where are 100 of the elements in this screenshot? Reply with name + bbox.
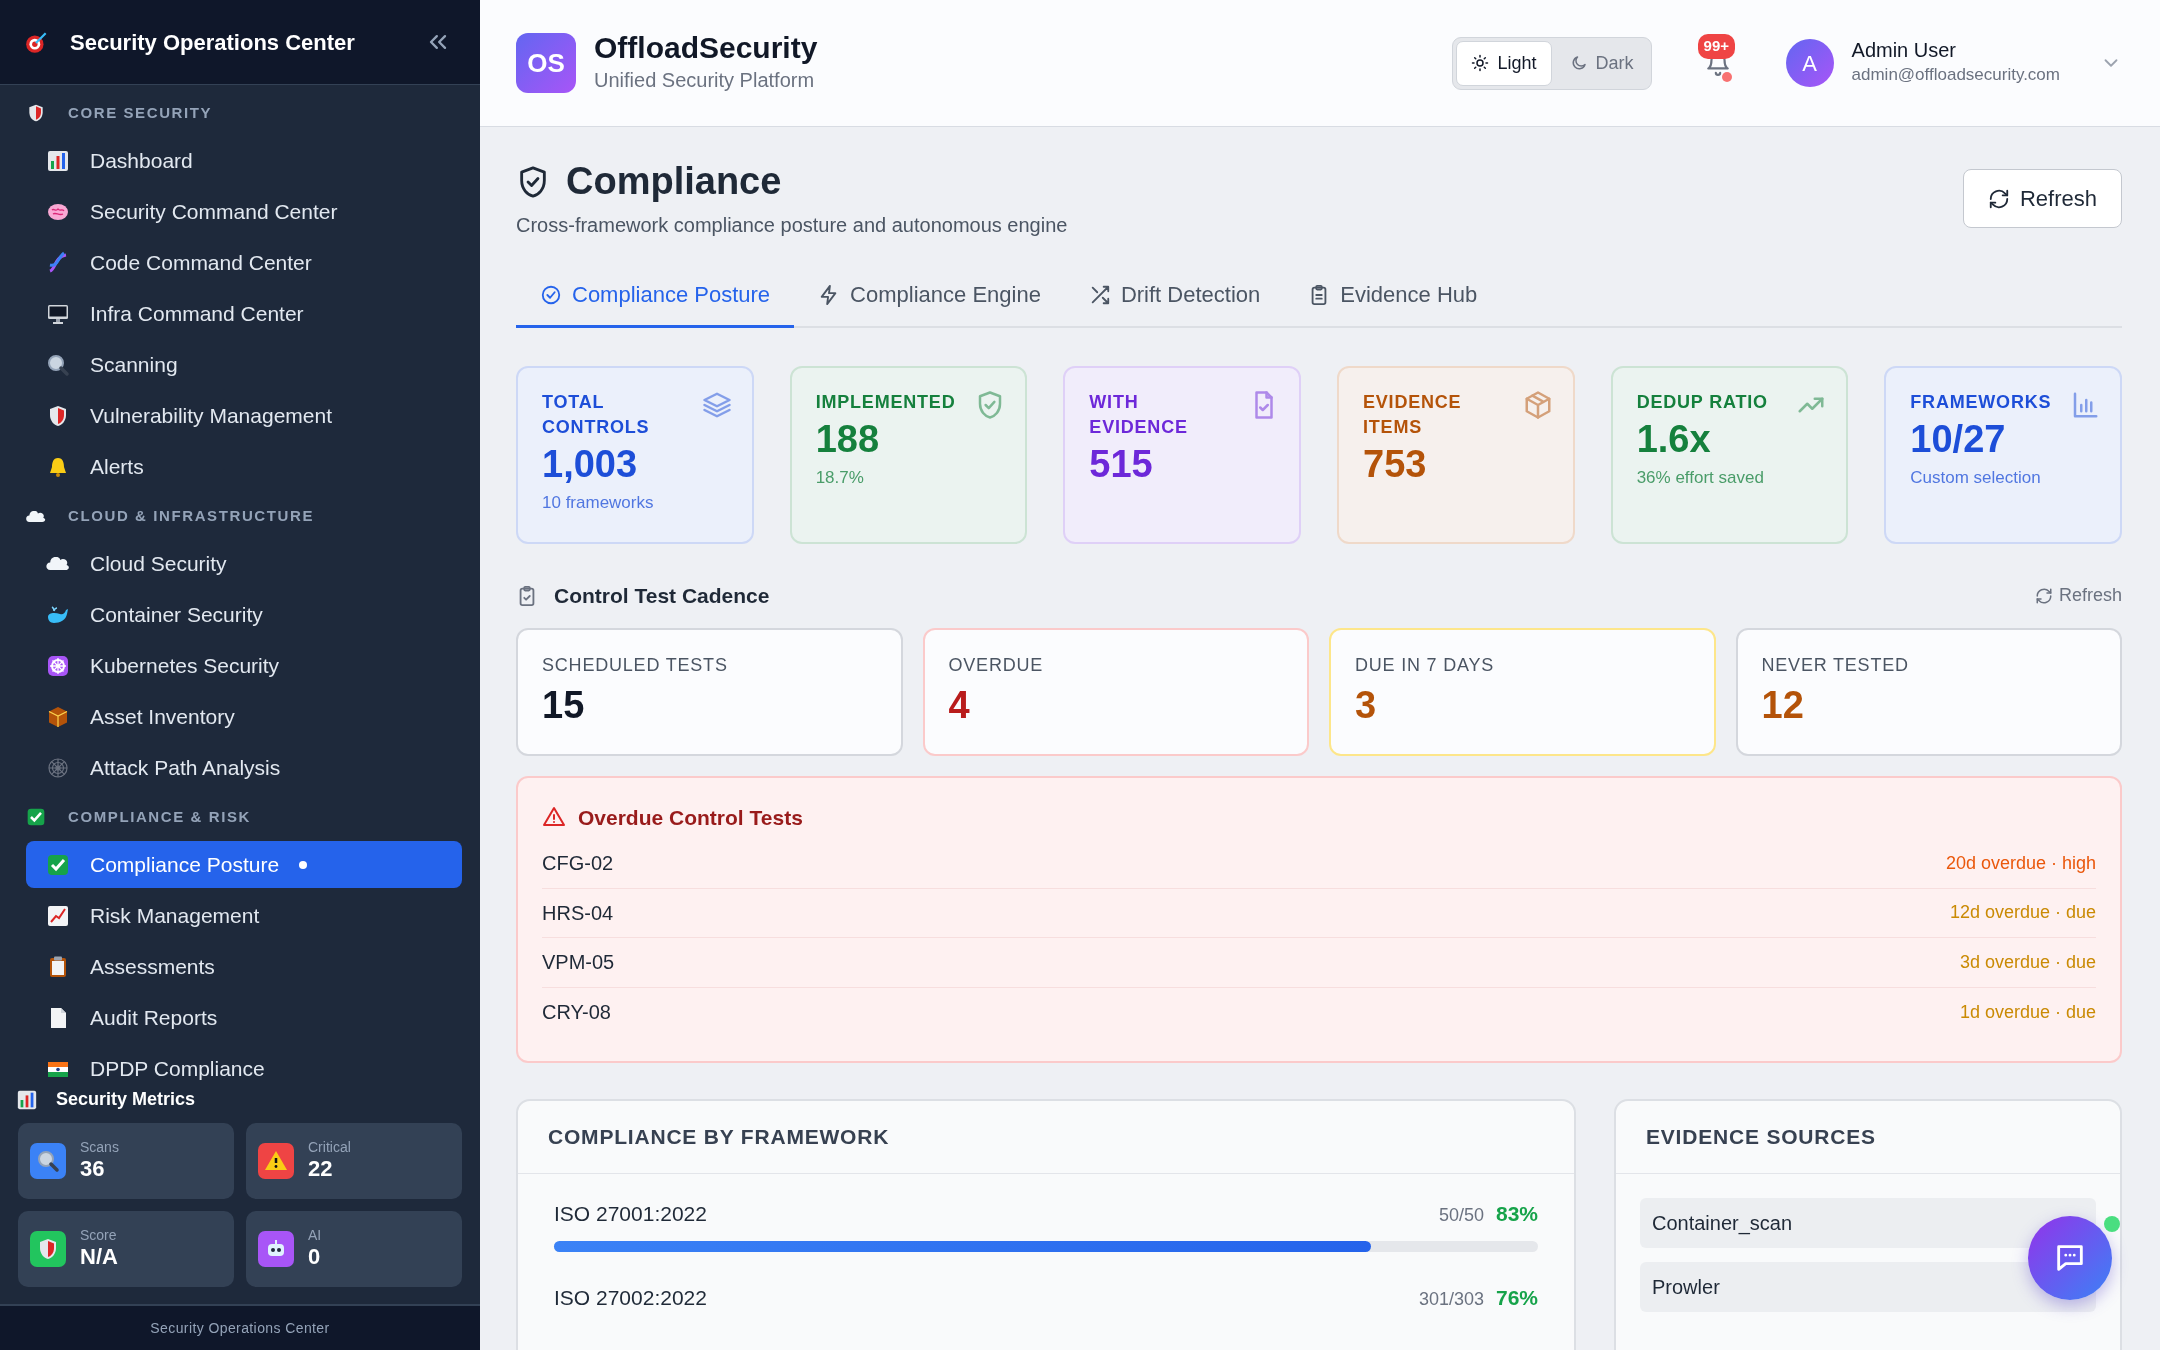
sidebar-item[interactable]: Assessments [26,943,462,990]
tagline: Unified Security Platform [594,68,816,94]
package-icon [46,704,70,729]
tab[interactable]: Drift Detection [1064,268,1285,328]
stat-value: 515 [1089,442,1154,488]
control-id: CFG-02 [542,851,614,877]
refresh-button[interactable]: Refresh [1962,169,2122,228]
cadence-value: 3 [1355,682,1378,728]
theme-option[interactable]: Light [1456,40,1552,86]
theme-option[interactable]: Dark [1555,40,1648,86]
bar-chart-icon [46,148,70,173]
bar-chart-icon [16,1088,38,1111]
sidebar-item[interactable]: Cloud Security [26,540,462,587]
metric-value: 0 [308,1243,322,1270]
cadence-value: 12 [1761,682,1805,728]
stat-label: FRAMEWORKS [1910,391,2053,414]
evidence-source: Container_scan [1640,1197,2096,1248]
sidebar-item[interactable]: Code Command Center [26,239,462,286]
cadence-label: NEVER TESTED [1761,653,1910,677]
card-title: EVIDENCE SOURCES [1646,1125,1876,1148]
sidebar-item[interactable]: Attack Path Analysis [26,744,462,791]
metric-value: 36 [80,1155,106,1182]
checkmark-icon [26,807,46,827]
logo: OS [516,33,576,93]
panel-title: Overdue Control Tests [578,804,803,831]
control-count: 50/50 [1438,1203,1484,1227]
stat-value: 188 [815,417,881,463]
sidebar-item[interactable]: Scanning [26,341,462,388]
sidebar-item[interactable]: Security Command Center [26,188,462,235]
page-subtitle: Cross-framework compliance posture and autonomous engine [516,213,1069,238]
section-heading: CORE SECURITY [68,102,213,123]
overdue-status: 3d overdue · due [1959,950,2096,974]
stat-label: IMPLEMENTED [815,391,957,414]
sidebar-item[interactable]: Dashboard [26,137,462,184]
sidebar-item[interactable]: Vulnerability Management [26,392,462,439]
refresh-icon [2034,586,2053,605]
spider-web-icon [46,755,70,780]
sidebar-item[interactable]: Asset Inventory [26,693,462,740]
metric-label: Scans [80,1140,119,1156]
notification-count: 99+ [1697,34,1735,59]
overdue-status: 12d overdue · due [1949,901,2096,925]
cadence-label: SCHEDULED TESTS [542,653,729,677]
sidebar-item[interactable]: Risk Management [26,892,462,939]
layers-icon [701,390,732,420]
stat-note: Custom selection [1910,466,2042,489]
alert-dot [1721,72,1732,82]
magnifier-icon [46,352,70,377]
magnifier-icon [36,1149,60,1173]
stat-value: 753 [1363,442,1428,488]
sidebar-item[interactable]: Kubernetes Security [26,642,462,689]
stat-note: 18.7% [815,466,865,489]
metric-label: Critical [308,1140,351,1156]
section-heading: CLOUD & INFRASTRUCTURE [68,505,315,526]
sidebar-item[interactable]: DPDP Compliance [26,1045,462,1080]
metric-value: N/A [80,1243,118,1270]
compliance-percent: 83% [1495,1200,1538,1227]
tab[interactable]: Compliance Engine [794,268,1065,328]
compliance-percent: 76% [1495,1285,1538,1311]
user-name: Admin User [1851,38,1958,63]
overdue-status: 1d overdue · due [1959,1000,2096,1024]
framework-name: ISO 27001:2022 [554,1200,708,1227]
cadence-label: DUE IN 7 DAYS [1355,653,1496,677]
cloud-icon [26,510,46,522]
metric-value: 22 [308,1155,334,1182]
sidebar-item[interactable]: Alerts [26,443,462,490]
warning-icon [264,1149,288,1173]
overdue-status: 20d overdue · high [1945,851,2096,875]
stat-label: TOTAL CONTROLS [542,391,651,440]
cadence-value: 15 [542,682,586,728]
sidebar-item[interactable]: Infra Command Center [26,290,462,337]
page-title: Compliance [566,159,782,204]
control-id: VPM-05 [542,950,615,976]
active-dot [299,860,308,869]
stat-value: 1,003 [542,442,639,488]
stat-label: WITH EVIDENCE [1089,391,1189,440]
framework-name: ISO 27002:2022 [554,1285,708,1311]
metrics-heading: Security Metrics [56,1088,196,1111]
sidebar-title: Security Operations Center [70,28,356,57]
metric-label: AI [308,1228,322,1244]
user-email: admin@offloadsecurity.com [1851,64,2060,87]
sidebar-item[interactable]: Compliance Posture [26,841,462,888]
card-title: COMPLIANCE BY FRAMEWORK [548,1125,890,1148]
sidebar-item[interactable]: Container Security [26,591,462,638]
stat-note: 10 frameworks [542,491,655,514]
cadence-label: OVERDUE [948,653,1045,677]
sidebar-item[interactable]: Audit Reports [26,994,462,1041]
stat-label: EVIDENCE ITEMS [1363,391,1463,440]
stat-value: 10/27 [1910,417,2007,463]
section-title: Control Test Cadence [554,583,770,609]
user-avatar: A [1785,39,1834,87]
brand-name: OffloadSecurity [594,30,818,66]
control-count: 301/303 [1418,1288,1484,1311]
footer-text: Security Operations Center [150,1318,330,1338]
refresh-link[interactable]: Refresh [2034,582,2122,610]
tab[interactable]: Evidence Hub [1284,268,1502,328]
wheel-icon [46,653,70,678]
control-id: CRY-08 [542,1000,611,1026]
shield-icon [26,103,46,123]
tab[interactable]: Compliance Posture [516,268,795,328]
cloud-icon [46,557,70,570]
